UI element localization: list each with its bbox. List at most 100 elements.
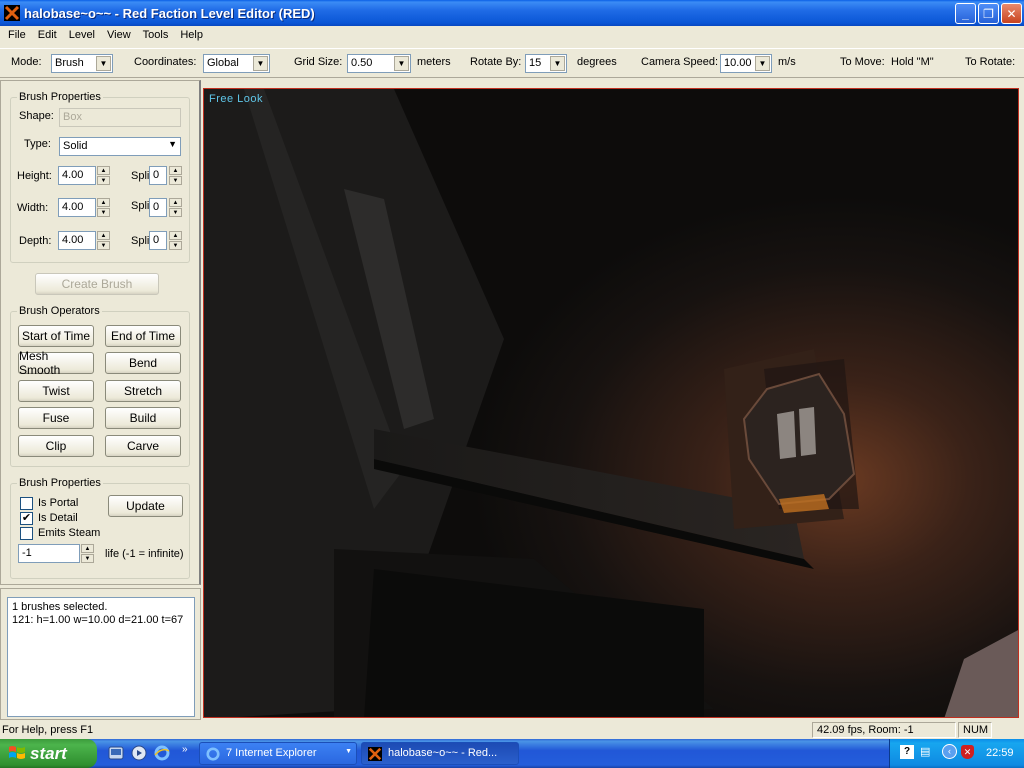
quicklaunch-expand-icon[interactable]: » (182, 744, 188, 755)
spin-up-icon[interactable]: ▲ (81, 544, 94, 553)
start-of-time-button[interactable]: Start of Time (18, 325, 94, 347)
task-internet-explorer[interactable]: 7 Internet Explorer ▼ (199, 742, 357, 765)
bend-button[interactable]: Bend (105, 352, 181, 374)
spin-down-icon[interactable]: ▼ (97, 241, 110, 250)
task-red-editor[interactable]: halobase~o~~ - Red... (361, 742, 519, 765)
mode-select[interactable]: Brush ▼ (51, 54, 113, 73)
close-button[interactable]: ✕ (1001, 3, 1022, 24)
menu-bar: File Edit Level View Tools Help (0, 26, 1024, 44)
quicklaunch-ie-icon[interactable] (154, 745, 170, 761)
minimize-button[interactable]: _ (955, 3, 976, 24)
start-label: start (30, 743, 67, 763)
carve-button[interactable]: Carve (105, 435, 181, 457)
depth-spinner[interactable]: ▲ ▼ (97, 231, 110, 250)
shape-select[interactable]: Box (59, 108, 181, 127)
life-spinner[interactable]: ▲ ▼ (81, 544, 94, 563)
split-width-value: 0 (153, 201, 160, 213)
ie-icon (206, 747, 220, 761)
network-icon[interactable]: ▤ (920, 745, 930, 758)
split-height-input[interactable]: 0 (149, 166, 167, 185)
spin-up-icon[interactable]: ▲ (97, 166, 110, 175)
grid-size-value: 0.50 (351, 57, 373, 69)
split-depth-spinner[interactable]: ▲ ▼ (169, 231, 182, 250)
menu-view[interactable]: View (101, 29, 137, 41)
restore-button[interactable]: ❐ (978, 3, 999, 24)
output-line: 1 brushes selected. (12, 601, 108, 613)
is-portal-checkbox[interactable] (20, 497, 33, 510)
life-value: -1 (22, 547, 32, 559)
spin-down-icon[interactable]: ▼ (169, 241, 182, 250)
chevron-down-icon[interactable]: ▼ (96, 56, 111, 71)
task-label: 7 Internet Explorer (226, 747, 317, 759)
split-width-spinner[interactable]: ▲ ▼ (169, 198, 182, 217)
depth-input[interactable]: 4.00 (58, 231, 96, 250)
system-tray: ? ▤ ‹ ✕ 22:59 (889, 739, 1024, 768)
emits-steam-checkbox[interactable] (20, 527, 33, 540)
fuse-button[interactable]: Fuse (18, 407, 94, 429)
window-title: halobase~o~~ - Red Faction Level Editor … (24, 5, 315, 21)
brush-panel: Brush Properties Shape: Box Type: Solid … (0, 80, 201, 585)
spin-down-icon[interactable]: ▼ (169, 208, 182, 217)
width-spinner[interactable]: ▲ ▼ (97, 198, 110, 217)
windows-logo-icon (9, 746, 25, 759)
clock[interactable]: 22:59 (986, 747, 1014, 759)
chevron-down-icon[interactable]: ▼ (253, 56, 268, 71)
update-button[interactable]: Update (108, 495, 183, 517)
spin-up-icon[interactable]: ▲ (97, 198, 110, 207)
3d-viewport[interactable]: Free Look (203, 88, 1019, 718)
menu-file[interactable]: File (2, 29, 32, 41)
is-detail-checkbox[interactable]: ✔ (20, 512, 33, 525)
viewport-mode-label: Free Look (209, 93, 264, 105)
spin-up-icon[interactable]: ▲ (169, 198, 182, 207)
spin-up-icon[interactable]: ▲ (169, 166, 182, 175)
status-help-text: For Help, press F1 (2, 724, 94, 736)
width-value: 4.00 (62, 201, 84, 213)
spin-up-icon[interactable]: ▲ (169, 231, 182, 240)
security-shield-icon[interactable]: ✕ (961, 745, 974, 759)
type-select[interactable]: Solid ▼ (59, 137, 181, 156)
height-input[interactable]: 4.00 (58, 166, 96, 185)
create-brush-button[interactable]: Create Brush (35, 273, 159, 295)
grid-size-select[interactable]: 0.50 ▼ (347, 54, 411, 73)
type-value: Solid (63, 140, 88, 152)
twist-button[interactable]: Twist (18, 380, 94, 402)
spin-up-icon[interactable]: ▲ (97, 231, 110, 240)
menu-edit[interactable]: Edit (32, 29, 63, 41)
coordinates-select[interactable]: Global ▼ (203, 54, 270, 73)
split-height-spinner[interactable]: ▲ ▼ (169, 166, 182, 185)
build-button[interactable]: Build (105, 407, 181, 429)
split-depth-input[interactable]: 0 (149, 231, 167, 250)
expand-tray-icon[interactable]: ‹ (942, 744, 957, 759)
spin-down-icon[interactable]: ▼ (81, 554, 94, 563)
quicklaunch-media-icon[interactable] (131, 745, 147, 761)
spin-down-icon[interactable]: ▼ (169, 176, 182, 185)
camera-speed-select[interactable]: 10.00 ▼ (720, 54, 772, 73)
clip-button[interactable]: Clip (18, 435, 94, 457)
end-of-time-button[interactable]: End of Time (105, 325, 181, 347)
mesh-smooth-button[interactable]: Mesh Smooth (18, 349, 94, 377)
stretch-button[interactable]: Stretch (105, 380, 181, 402)
chevron-down-icon[interactable]: ▼ (550, 56, 565, 71)
menu-level[interactable]: Level (63, 29, 101, 41)
width-input[interactable]: 4.00 (58, 198, 96, 217)
life-input[interactable]: -1 (18, 544, 80, 563)
spin-down-icon[interactable]: ▼ (97, 176, 110, 185)
height-spinner[interactable]: ▲ ▼ (97, 166, 110, 185)
chevron-down-icon[interactable]: ▼ (394, 56, 409, 71)
split-width-input[interactable]: 0 (149, 198, 167, 217)
menu-tools[interactable]: Tools (137, 29, 175, 41)
menu-help[interactable]: Help (174, 29, 209, 41)
quicklaunch-app-icon[interactable] (108, 745, 124, 761)
status-num-text: NUM (963, 724, 989, 736)
chevron-down-icon[interactable]: ▼ (168, 139, 177, 149)
start-button[interactable]: start (0, 739, 97, 768)
chevron-down-icon[interactable]: ▼ (755, 56, 770, 71)
rotate-by-select[interactable]: 15 ▼ (525, 54, 567, 73)
output-log[interactable]: 1 brushes selected. 121: h=1.00 w=10.00 … (7, 597, 195, 717)
to-move-label: To Move: (840, 56, 885, 68)
is-portal-label: Is Portal (38, 497, 79, 509)
help-icon[interactable]: ? (900, 745, 914, 759)
output-line: 121: h=1.00 w=10.00 d=21.00 t=67 (12, 614, 184, 626)
spin-down-icon[interactable]: ▼ (97, 208, 110, 217)
status-fps-pane: 42.09 fps, Room: -1 (812, 722, 956, 738)
